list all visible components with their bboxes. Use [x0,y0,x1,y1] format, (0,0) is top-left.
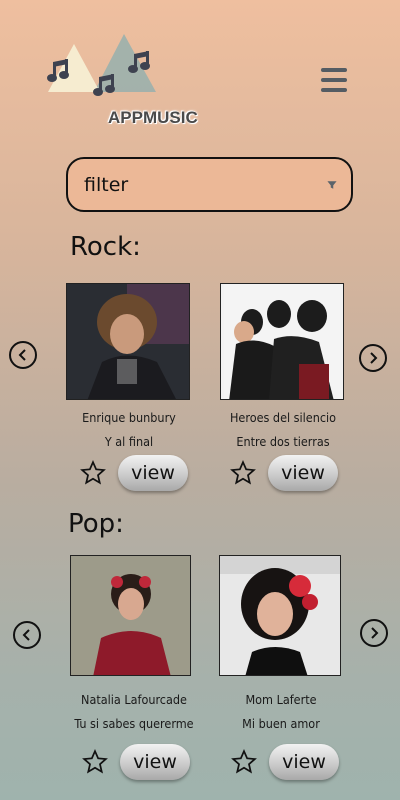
song-card[interactable]: Enrique bunbury Y al final view [66,283,192,491]
star-icon[interactable] [80,460,106,486]
hamburger-menu-icon[interactable] [320,66,348,94]
artist-name: Enrique bunbury [82,410,176,425]
chevron-right-icon [370,352,378,364]
view-button[interactable]: view [118,455,188,491]
artist-photo [219,555,341,676]
rock-prev-button[interactable] [9,341,37,369]
view-button[interactable]: view [269,744,339,780]
chevron-left-icon [22,629,30,641]
search-box [66,157,353,212]
artist-photo [66,283,190,400]
artist-name: Heroes del silencio [229,410,337,425]
app-brand-title: APPMUSIC [108,108,198,127]
song-title: Entre dos tierras [236,434,330,449]
artist-name: Mom Laferte [245,692,317,707]
rock-next-button[interactable] [359,344,387,372]
song-title: Y al final [104,434,154,449]
view-button[interactable]: view [120,744,190,780]
view-button[interactable]: view [268,455,338,491]
funnel-icon[interactable] [327,174,337,196]
chevron-left-icon [18,349,26,361]
artist-photo [220,283,344,400]
song-card[interactable]: Natalia Lafourcade Tu si sabes quererme … [70,555,198,780]
artist-photo [70,555,191,676]
section-title-rock: Rock: [70,232,141,262]
artist-name: Natalia Lafourcade [81,692,187,707]
song-title: Mi buen amor [242,716,320,731]
song-title: Tu si sabes quererme [74,716,194,731]
star-icon[interactable] [82,749,108,775]
pop-next-button[interactable] [360,619,388,647]
star-icon[interactable] [230,460,256,486]
filter-input[interactable] [84,173,327,196]
song-card[interactable]: Heroes del silencio Entre dos tierras vi… [220,283,346,491]
pop-prev-button[interactable] [13,621,41,649]
section-title-pop: Pop: [68,509,124,539]
star-icon[interactable] [231,749,257,775]
chevron-right-icon [371,627,379,639]
song-card[interactable]: Mom Laferte Mi buen amor view [219,555,343,780]
